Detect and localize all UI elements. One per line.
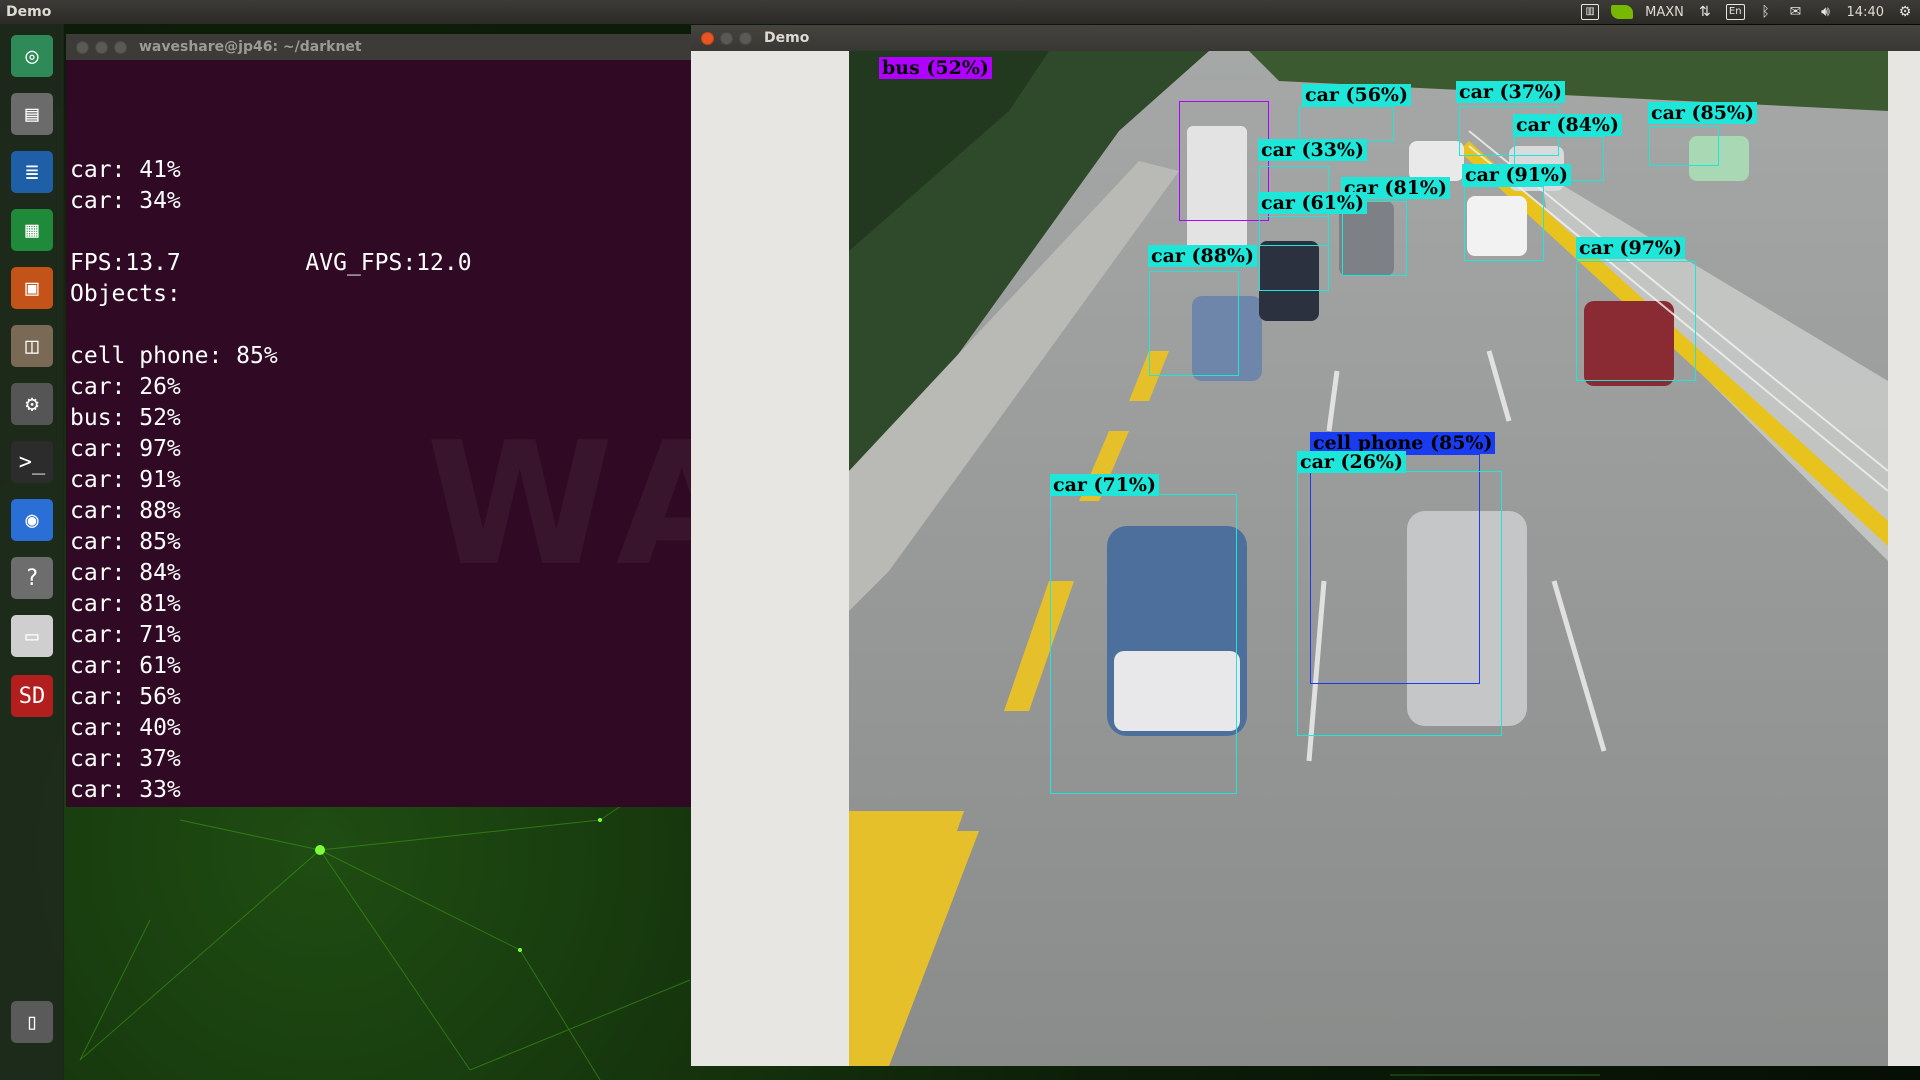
terminal-line: car: 91% [70, 467, 181, 493]
launcher-settings[interactable]: ⚙ [6, 378, 58, 430]
terminal-output[interactable]: WAVESHARE car: 41%car: 34%FPS:13.7 AVG_F… [66, 60, 691, 807]
close-icon[interactable] [701, 31, 714, 45]
gear-icon[interactable]: ⚙ [1896, 3, 1914, 21]
detection-label: car (85%) [1648, 102, 1757, 124]
detection-box [1576, 261, 1696, 381]
maximize-icon[interactable] [739, 31, 752, 45]
libreoffice-writer-icon: ≣ [11, 151, 53, 193]
bluetooth-icon[interactable]: ᛒ [1757, 3, 1775, 21]
detection-label: car (56%) [1302, 84, 1411, 106]
launcher-files[interactable]: ▤ [6, 88, 58, 140]
keyboard-layout-indicator[interactable]: En [1725, 4, 1745, 20]
video-frame: bus (52%) car (56%) car (37%) car (84%) car … [849, 51, 1888, 1066]
terminal-title: waveshare@jp46: ~/darknet [139, 39, 362, 55]
network-icon[interactable]: ⇅ [1696, 3, 1714, 21]
terminal-line: Objects: [70, 281, 181, 307]
detection-label: car (97%) [1576, 237, 1685, 259]
detection-box [1464, 186, 1544, 261]
detection-box [1649, 126, 1719, 166]
detection-label: car (33%) [1258, 139, 1367, 161]
close-icon[interactable] [76, 40, 89, 54]
terminal-line: car: 41% [70, 157, 181, 183]
nvidia-icon[interactable] [1611, 5, 1634, 19]
launcher-terminal[interactable]: >_ [6, 436, 58, 488]
system-monitor-icon[interactable]: ▥ [1581, 4, 1600, 20]
terminal-line: car: 88% [70, 498, 181, 524]
mail-icon[interactable]: ✉ [1787, 3, 1805, 21]
terminal-line: car: 40% [70, 715, 181, 741]
terminal-icon: >_ [11, 441, 53, 483]
demo-title: Demo [764, 30, 810, 46]
terminal-line: car: 37% [70, 746, 181, 772]
detection-label: car (37%) [1456, 81, 1565, 103]
detection-box [1050, 494, 1237, 794]
detection-label: car (26%) [1297, 451, 1406, 473]
detection-box [1259, 216, 1329, 291]
libreoffice-impress-icon: ▣ [11, 267, 53, 309]
active-app-title: Demo [6, 4, 52, 20]
terminal-line: car: 26% [70, 374, 181, 400]
sd-card-icon: SD [11, 675, 53, 717]
terminal-line: cell phone: 85% [70, 343, 278, 369]
terminal-line: car: 34% [70, 188, 181, 214]
minimize-icon[interactable] [720, 31, 733, 45]
top-panel: Demo ▥ MAXN ⇅ En ᛒ ✉ 🔊︎ 14:40 ⚙ [0, 0, 1920, 24]
libreoffice-calc-icon: ▦ [11, 209, 53, 251]
detection-label: car (71%) [1050, 474, 1159, 496]
maximize-icon[interactable] [114, 40, 127, 54]
detection-box [1297, 471, 1502, 736]
system-settings-icon: ⚙ [11, 383, 53, 425]
trash-icon: ▯ [11, 1001, 53, 1043]
launcher-trash[interactable]: ▯ [6, 996, 58, 1048]
terminal-line: car: 97% [70, 436, 181, 462]
minimize-icon[interactable] [95, 40, 108, 54]
chromium-browser-icon: ◉ [11, 499, 53, 541]
terminal-line: FPS:13.7 AVG_FPS:12.0 [70, 250, 472, 276]
clock[interactable]: 14:40 [1847, 5, 1884, 20]
launcher-impress[interactable]: ▣ [6, 262, 58, 314]
launcher-writer[interactable]: ≣ [6, 146, 58, 198]
launcher-chromium[interactable]: ◉ [6, 494, 58, 546]
software-center-icon: ◫ [11, 325, 53, 367]
demo-window[interactable]: Demo bus (52%) car (56%) car (37%) car (… [691, 25, 1920, 1066]
system-tray: ▥ MAXN ⇅ En ᛒ ✉ 🔊︎ 14:40 ⚙ [1581, 0, 1914, 24]
ubuntu-logo-icon: ◎ [11, 35, 53, 77]
terminal-line: car: 33% [70, 777, 181, 803]
demo-titlebar[interactable]: Demo [691, 25, 1920, 51]
drive-icon: ▭ [11, 615, 53, 657]
detection-label: car (88%) [1148, 245, 1257, 267]
volume-icon[interactable]: 🔊︎ [1817, 3, 1835, 21]
launcher-calc[interactable]: ▦ [6, 204, 58, 256]
detection-label: car (61%) [1258, 192, 1367, 214]
terminal-line: car: 61% [70, 653, 181, 679]
launcher: ◎ ▤ ≣ ▦ ▣ ◫ ⚙ >_ ◉? ▭ SD ▯ [0, 24, 64, 1080]
launcher-sd-card[interactable]: SD [6, 670, 58, 722]
detection-box [1149, 271, 1239, 376]
terminal-line: car: 71% [70, 622, 181, 648]
help-icon: ? [11, 557, 53, 599]
power-mode-label[interactable]: MAXN [1645, 5, 1684, 20]
terminal-line: car: 56% [70, 684, 181, 710]
detection-box [1179, 101, 1269, 221]
launcher-software[interactable]: ◫ [6, 320, 58, 372]
launcher-drive[interactable]: ▭ [6, 610, 58, 662]
terminal-line: car: 85% [70, 529, 181, 555]
launcher-help[interactable]: ? [6, 552, 58, 604]
detection-label: car (91%) [1462, 164, 1571, 186]
terminal-line: car: 84% [70, 560, 181, 586]
terminal-line: car: 81% [70, 591, 181, 617]
launcher-dash-home[interactable]: ◎ [6, 30, 58, 82]
detection-label: car (84%) [1513, 114, 1622, 136]
detection-box [1299, 106, 1394, 141]
terminal-titlebar[interactable]: waveshare@jp46: ~/darknet [66, 34, 691, 60]
detection-label: bus (52%) [879, 57, 992, 79]
terminal-window[interactable]: waveshare@jp46: ~/darknet WAVESHARE car:… [66, 34, 691, 807]
file-manager-icon: ▤ [11, 93, 53, 135]
terminal-line: bus: 52% [70, 405, 181, 431]
